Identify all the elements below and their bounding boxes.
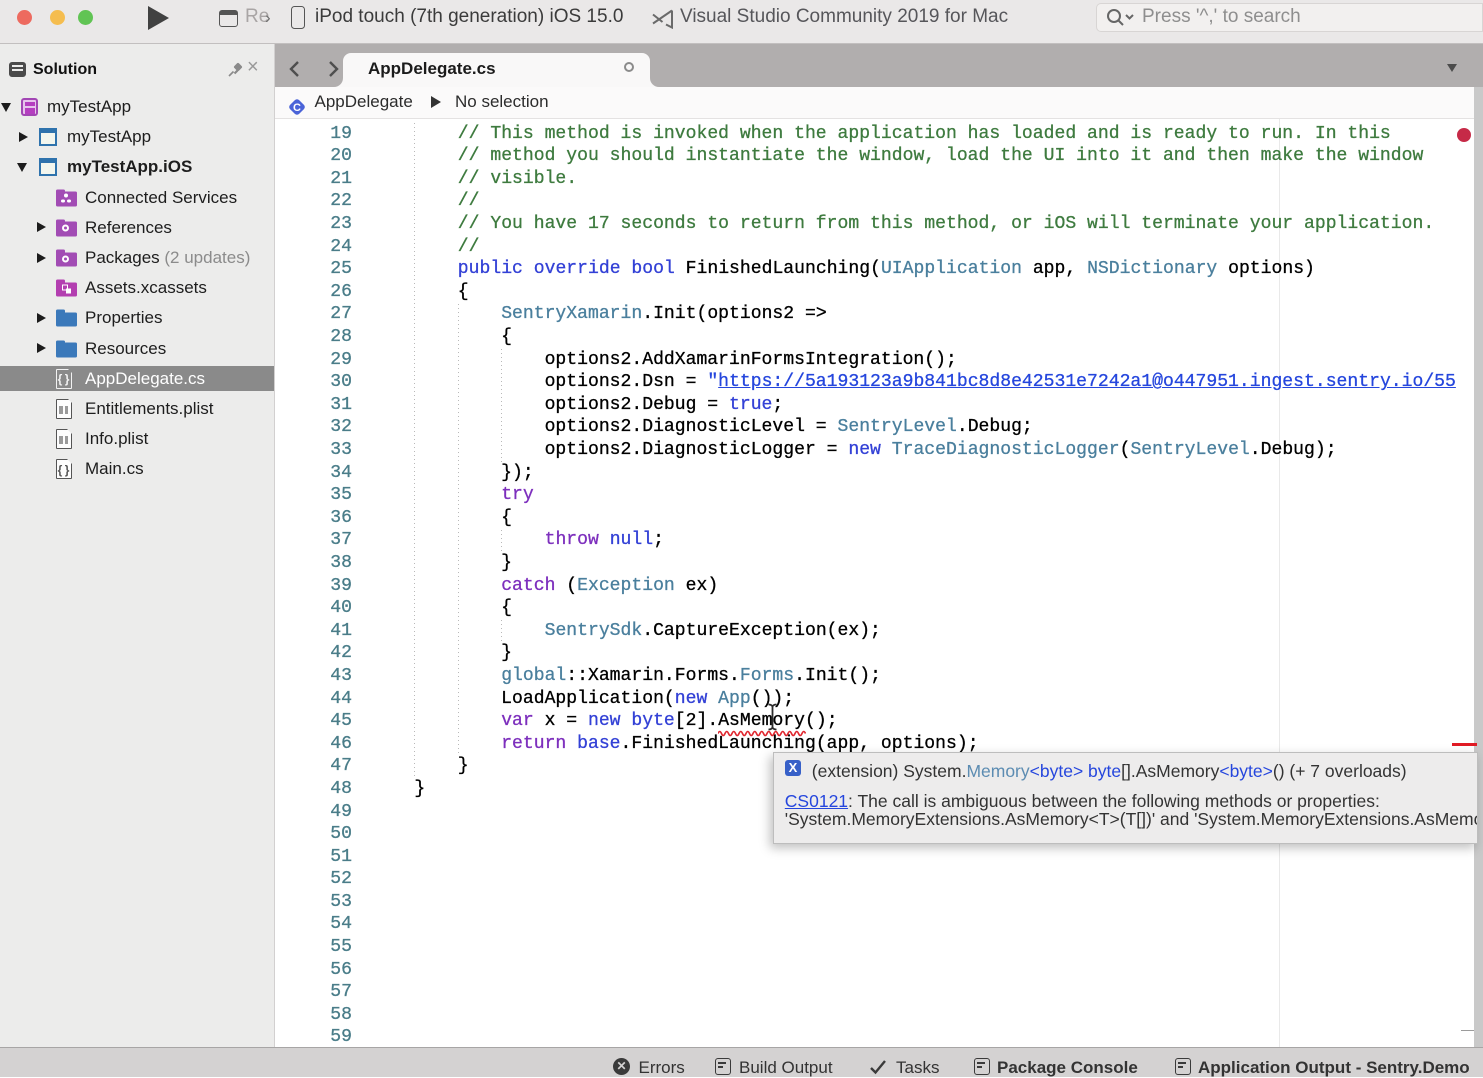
svg-text:C: C bbox=[293, 102, 301, 114]
